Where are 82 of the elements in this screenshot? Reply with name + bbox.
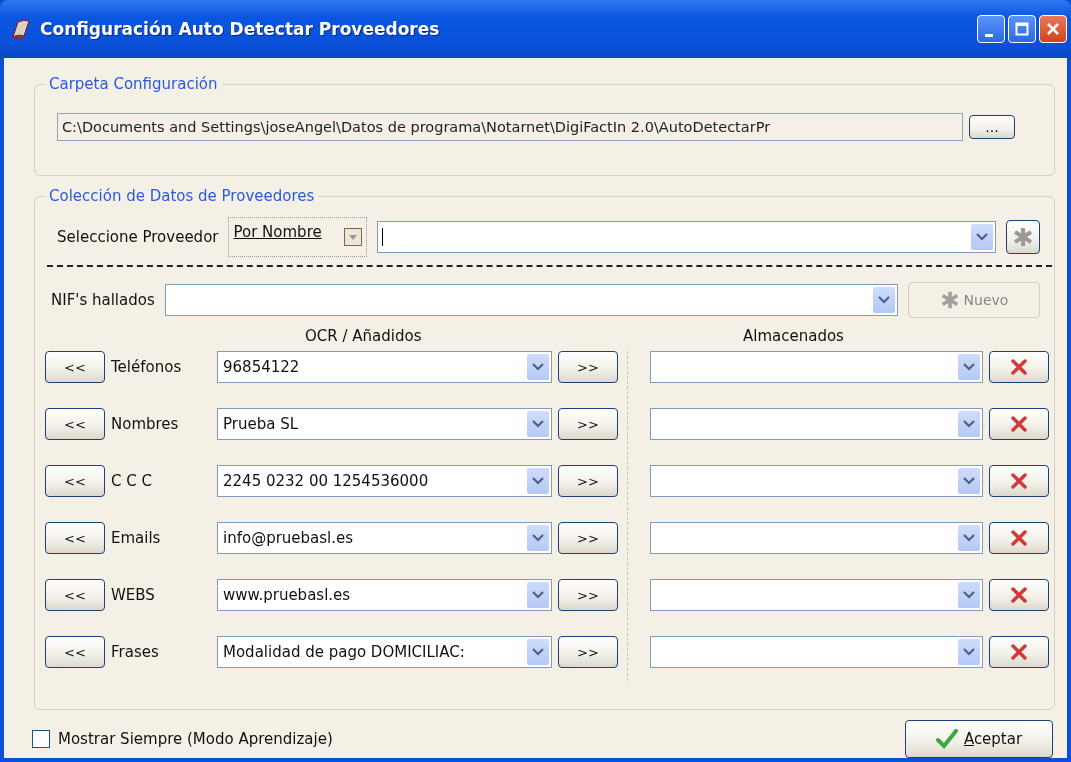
column-heading: OCR / Añadidos xyxy=(305,327,422,345)
chevron-down-icon xyxy=(963,648,975,656)
chevron-down-icon xyxy=(878,296,890,304)
chevron-down-icon xyxy=(976,233,988,241)
check-icon xyxy=(935,729,958,749)
chevron-down-icon xyxy=(532,477,544,485)
asterisk-icon xyxy=(939,290,960,310)
stored-combo[interactable] xyxy=(650,408,983,440)
chevron-down-icon xyxy=(963,420,975,428)
close-icon xyxy=(1046,22,1060,36)
add-button[interactable] xyxy=(1006,220,1040,254)
field-label: Frases xyxy=(111,643,160,661)
ocr-combo[interactable]: 2245 0232 00 1254536000 xyxy=(217,465,552,497)
cross-icon xyxy=(1009,358,1029,376)
move-right-button[interactable]: >> xyxy=(558,522,618,554)
chevron-down-icon xyxy=(532,420,544,428)
field-label: Seleccione Proveedor xyxy=(57,228,219,246)
browse-button[interactable]: ... xyxy=(969,115,1015,139)
checkbox-label: Mostrar Siempre (Modo Aprendizaje) xyxy=(58,730,333,748)
asterisk-icon xyxy=(1012,226,1034,248)
chevron-down-icon xyxy=(963,591,975,599)
ocr-combo[interactable]: info@pruebasl.es xyxy=(217,522,552,554)
move-left-button[interactable]: << xyxy=(45,408,105,440)
stored-combo[interactable] xyxy=(650,465,983,497)
column-heading: Almacenados xyxy=(743,327,844,345)
cross-icon xyxy=(1009,643,1029,661)
delete-button[interactable] xyxy=(989,351,1049,383)
chevron-down-icon xyxy=(532,534,544,542)
dropdown-icon xyxy=(343,228,362,246)
chevron-down-icon xyxy=(532,363,544,371)
delete-button[interactable] xyxy=(989,636,1049,668)
field-label: C C C xyxy=(111,472,153,490)
move-left-button[interactable]: << xyxy=(45,522,105,554)
minimize-button[interactable] xyxy=(977,15,1005,43)
cross-icon xyxy=(1009,415,1029,433)
chevron-down-icon xyxy=(532,591,544,599)
close-button[interactable] xyxy=(1039,15,1067,43)
cross-icon xyxy=(1009,529,1029,547)
window-title: Configuración Auto Detectar Proveedores xyxy=(40,19,441,39)
field-label: Teléfonos xyxy=(111,358,183,376)
field-label: Emails xyxy=(111,529,162,547)
mode-selector[interactable]: Por Nombre xyxy=(228,217,367,257)
checkbox[interactable] xyxy=(32,730,50,748)
chevron-down-icon xyxy=(963,477,975,485)
cross-icon xyxy=(1009,586,1029,604)
ocr-combo[interactable]: Modalidad de pago DOMICILIAC: xyxy=(217,636,552,668)
provider-combo[interactable] xyxy=(376,221,996,253)
move-right-button[interactable]: >> xyxy=(558,408,618,440)
nif-combo[interactable] xyxy=(164,284,898,316)
move-right-button[interactable]: >> xyxy=(558,579,618,611)
app-icon xyxy=(10,18,32,40)
move-left-button[interactable]: << xyxy=(45,579,105,611)
move-right-button[interactable]: >> xyxy=(558,351,618,383)
maximize-icon xyxy=(1015,22,1029,36)
ocr-combo[interactable]: Prueba SL xyxy=(217,408,552,440)
delete-button[interactable] xyxy=(989,408,1049,440)
stored-combo[interactable] xyxy=(650,636,983,668)
cross-icon xyxy=(1009,472,1029,490)
move-right-button[interactable]: >> xyxy=(558,465,618,497)
group-title: Carpeta Configuración xyxy=(45,75,222,93)
delete-button[interactable] xyxy=(989,579,1049,611)
field-label: WEBS xyxy=(111,586,156,604)
delete-button[interactable] xyxy=(989,522,1049,554)
chevron-down-icon xyxy=(963,363,975,371)
field-label: NIF's hallados xyxy=(51,291,155,309)
minimize-icon xyxy=(985,33,993,37)
move-left-button[interactable]: << xyxy=(45,465,105,497)
chevron-down-icon xyxy=(963,534,975,542)
ocr-combo[interactable]: www.pruebasl.es xyxy=(217,579,552,611)
field-label: Nombres xyxy=(111,415,180,433)
delete-button[interactable] xyxy=(989,465,1049,497)
stored-combo[interactable] xyxy=(650,579,983,611)
move-left-button[interactable]: << xyxy=(45,636,105,668)
path-field[interactable]: C:\Documents and Settings\joseAngel\Datos de programa\Notarnet\DigiFactIn 2.0\AutoDetectarPr xyxy=(57,113,963,141)
move-left-button[interactable]: << xyxy=(45,351,105,383)
accept-button[interactable]: Aceptar xyxy=(905,720,1053,758)
move-right-button[interactable]: >> xyxy=(558,636,618,668)
stored-combo[interactable] xyxy=(650,522,983,554)
chevron-down-icon xyxy=(532,648,544,656)
stored-combo[interactable] xyxy=(650,351,983,383)
maximize-button[interactable] xyxy=(1008,15,1036,43)
ocr-combo[interactable]: 96854122 xyxy=(217,351,552,383)
